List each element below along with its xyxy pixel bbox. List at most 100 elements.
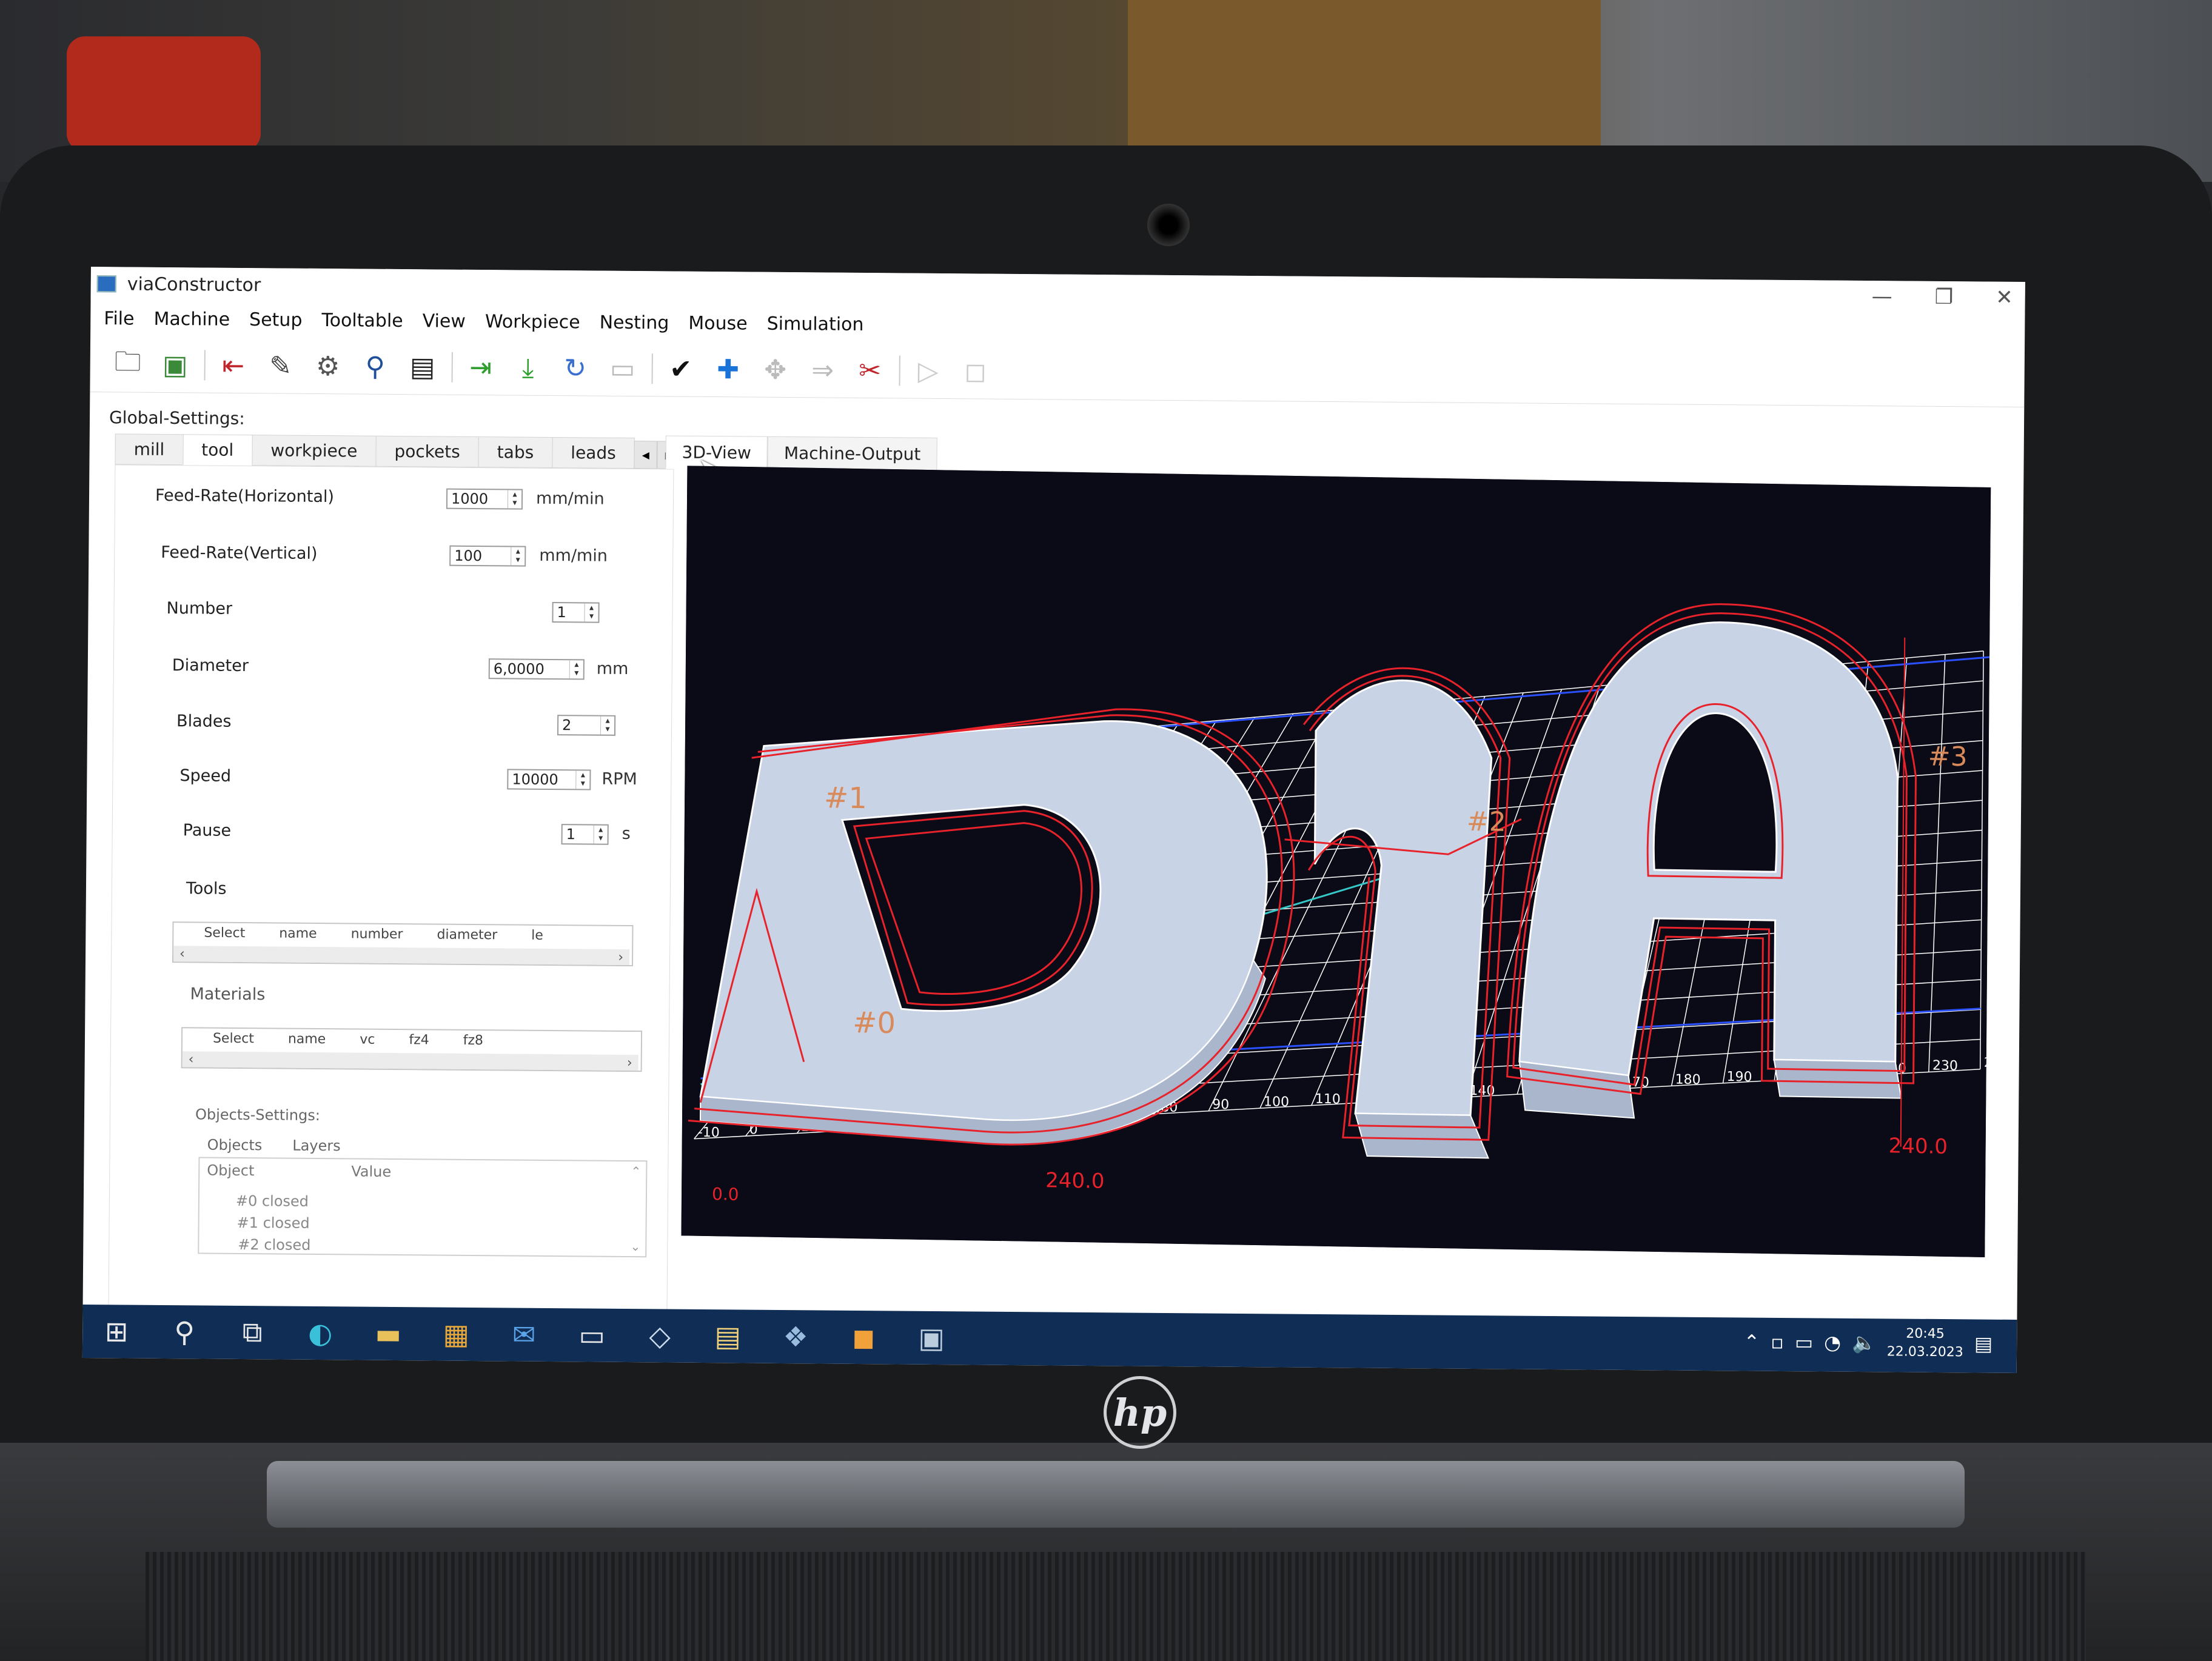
tabs-scroll-left-icon[interactable]: ◂ — [634, 441, 657, 469]
3d-scene[interactable]: -100102030405060708090100110120130140150… — [681, 466, 1991, 1257]
tray-expand-icon[interactable]: ⌃ — [1743, 1330, 1760, 1353]
notification-icon[interactable]: ▤ — [1974, 1332, 1993, 1355]
stop-icon[interactable]: ◻ — [956, 352, 995, 391]
exit-icon[interactable]: ⇤ — [213, 346, 253, 386]
scroll-up-icon[interactable]: ⌃ — [631, 1164, 641, 1178]
spin-arrows-icon[interactable]: ▴ ▾ — [575, 770, 590, 789]
menu-workpiece[interactable]: Workpiece — [485, 311, 580, 333]
volume-icon[interactable]: 🔈 — [1852, 1331, 1876, 1354]
tab-workpiece[interactable]: workpiece — [252, 435, 377, 467]
windows-start-icon[interactable]: ⊞ — [95, 1309, 139, 1354]
feed-rate-horizontal-input[interactable]: 1000 ▴ ▾ — [446, 488, 523, 510]
app-icon-3[interactable]: ▤ — [706, 1314, 750, 1359]
materials-table[interactable]: Select name vc fz4 fz8 ‹ › — [181, 1027, 643, 1072]
blades-input[interactable]: 2 ▴ ▾ — [557, 715, 616, 736]
spin-arrows-icon[interactable]: ▴ ▾ — [507, 489, 522, 509]
tools-col-diameter[interactable]: diameter — [437, 927, 497, 943]
menu-machine[interactable]: Machine — [153, 308, 230, 330]
battery-icon[interactable]: ▭ — [1795, 1331, 1814, 1354]
clipboard-icon[interactable]: ▭ — [603, 349, 642, 389]
materials-col-vc[interactable]: vc — [360, 1032, 375, 1048]
tools-col-select[interactable]: Select — [204, 925, 245, 941]
forward-icon[interactable]: ⇒ — [803, 350, 842, 390]
viaconstructor-task-icon[interactable]: ▣ — [910, 1316, 954, 1360]
monitor-icon[interactable]: ▤ — [403, 347, 442, 387]
spin-arrows-icon[interactable]: ▴ ▾ — [511, 547, 525, 566]
menu-file[interactable]: File — [104, 308, 134, 329]
store-icon[interactable]: ▦ — [434, 1312, 478, 1357]
tray-device-icon[interactable]: ▫ — [1771, 1331, 1784, 1354]
wifi-icon[interactable]: ◔ — [1824, 1331, 1841, 1354]
tools-table[interactable]: Select name number diameter le ‹ › — [172, 921, 634, 967]
add-icon[interactable]: ✚ — [708, 350, 748, 389]
materials-col-select[interactable]: Select — [213, 1031, 254, 1047]
spin-arrows-icon[interactable]: ▴ ▾ — [569, 660, 583, 679]
spin-arrows-icon[interactable]: ▴ ▾ — [600, 716, 615, 735]
number-input[interactable]: 1 ▴ ▾ — [552, 601, 600, 623]
scroll-right-icon[interactable]: › — [627, 1055, 632, 1070]
tools-col-le[interactable]: le — [531, 928, 543, 943]
search-icon[interactable]: ⚲ — [163, 1310, 207, 1354]
scroll-left-icon[interactable]: ‹ — [189, 1052, 194, 1067]
tools-col-number[interactable]: number — [351, 926, 403, 942]
spin-arrows-icon[interactable]: ▴ ▾ — [584, 603, 598, 622]
spin-arrows-icon[interactable]: ▴ ▾ — [593, 825, 608, 844]
object-row-2[interactable]: #2 closed — [238, 1236, 310, 1254]
3d-viewport[interactable]: -100102030405060708090100110120130140150… — [681, 466, 1991, 1257]
objects-col-object[interactable]: Object — [207, 1162, 254, 1180]
save-icon[interactable]: ▣ — [155, 346, 195, 385]
menu-view[interactable]: View — [423, 310, 466, 332]
tools-scrollbar[interactable]: ‹ › — [173, 946, 630, 966]
file-explorer-icon[interactable]: ▬ — [366, 1312, 411, 1356]
menu-tooltable[interactable]: Tooltable — [321, 309, 403, 331]
speed-input[interactable]: 10000 ▴ ▾ — [507, 769, 591, 790]
close-icon[interactable]: ✕ — [1996, 286, 2013, 310]
app-icon-4[interactable]: ❖ — [774, 1315, 818, 1359]
materials-scrollbar[interactable]: ‹ › — [182, 1051, 638, 1071]
tools-col-name[interactable]: name — [279, 926, 317, 941]
tab-mill[interactable]: mill — [115, 433, 184, 466]
feed-rate-vertical-input[interactable]: 100 ▴ ▾ — [449, 545, 526, 567]
tab-tabs[interactable]: tabs — [478, 436, 553, 468]
reload-icon[interactable]: ↻ — [555, 349, 595, 388]
menu-nesting[interactable]: Nesting — [600, 312, 669, 333]
menu-simulation[interactable]: Simulation — [767, 313, 864, 335]
tools-settings-icon[interactable]: ⚙ — [308, 347, 347, 386]
objects-col-value[interactable]: Value — [351, 1163, 391, 1180]
tab-tool[interactable]: tool — [183, 434, 253, 466]
app-window-icon[interactable]: ▭ — [570, 1313, 614, 1357]
menu-setup[interactable]: Setup — [249, 309, 303, 331]
scroll-left-icon[interactable]: ‹ — [179, 946, 185, 961]
search-icon[interactable]: ⚲ — [355, 347, 395, 386]
tab-machine-output[interactable]: Machine-Output — [767, 436, 937, 471]
tab-pockets[interactable]: pockets — [375, 435, 479, 468]
objects-table[interactable]: Object Value #0 closed #1 closed #2 clos… — [198, 1157, 648, 1258]
clock[interactable]: 20:45 22.03.2023 — [1887, 1325, 1963, 1362]
object-row-0[interactable]: #0 closed — [236, 1192, 309, 1210]
tab-objects[interactable]: Objects — [207, 1137, 263, 1154]
diameter-input[interactable]: 6,0000 ▴ ▾ — [488, 658, 585, 680]
restore-icon[interactable]: ❐ — [1935, 285, 1954, 309]
check-icon[interactable]: ✔ — [661, 349, 700, 389]
materials-col-name[interactable]: name — [288, 1032, 326, 1047]
materials-col-fz4[interactable]: fz4 — [409, 1032, 429, 1048]
move-icon[interactable]: ✥ — [756, 350, 795, 390]
edge-browser-icon[interactable]: ◐ — [298, 1311, 343, 1355]
export-arrow-icon[interactable]: ⇥ — [461, 348, 500, 387]
pause-input[interactable]: 1 ▴ ▾ — [561, 824, 609, 845]
download-arrow-icon[interactable]: ⤓ — [508, 348, 548, 387]
open-folder-icon[interactable]: 🗀 — [108, 345, 147, 384]
play-icon[interactable]: ▷ — [908, 352, 948, 391]
mail-icon[interactable]: ✉ — [502, 1312, 546, 1357]
scroll-down-icon[interactable]: ⌄ — [630, 1239, 640, 1254]
minimize-icon[interactable]: — — [1872, 284, 1892, 309]
object-row-1[interactable]: #1 closed — [237, 1214, 310, 1232]
edit-pen-icon[interactable]: ✎ — [261, 346, 300, 386]
scissors-icon[interactable]: ✂ — [850, 351, 890, 390]
app-icon-2[interactable]: ◇ — [638, 1314, 682, 1358]
task-view-icon[interactable]: ⧉ — [230, 1311, 275, 1355]
tab-leads[interactable]: leads — [552, 436, 635, 469]
scroll-right-icon[interactable]: › — [618, 949, 623, 964]
tab-layers[interactable]: Layers — [292, 1137, 341, 1155]
menu-mouse[interactable]: Mouse — [688, 312, 748, 334]
